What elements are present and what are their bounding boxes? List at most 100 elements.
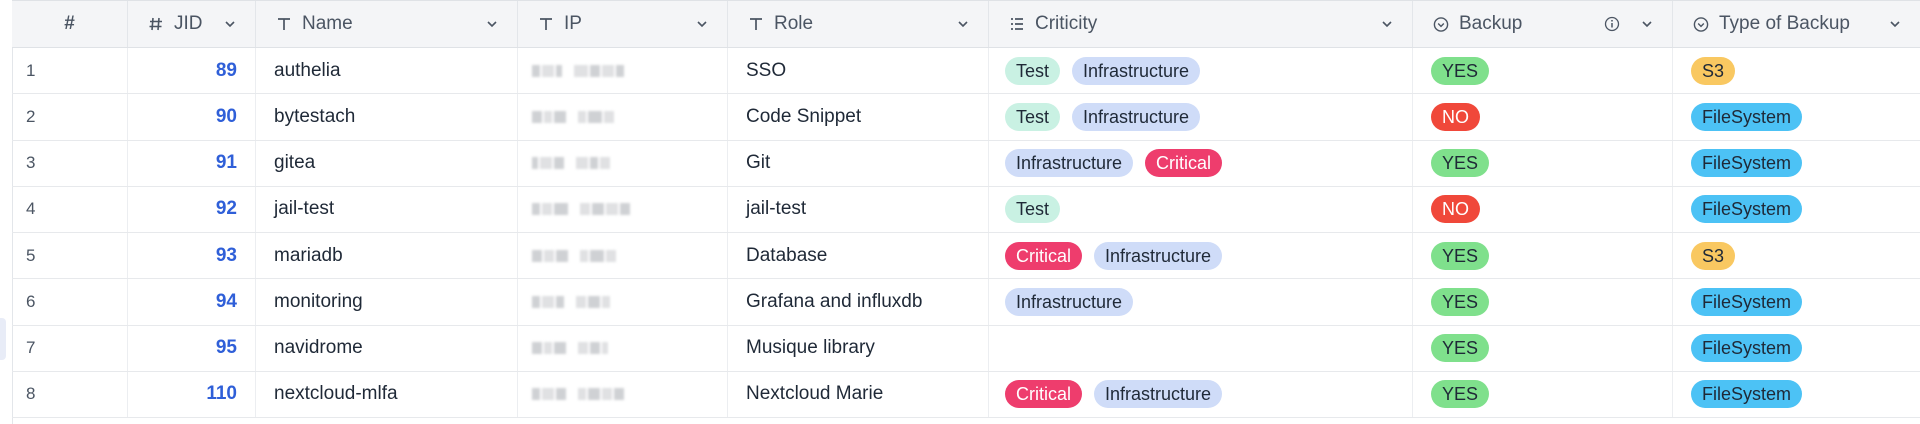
name-cell[interactable]: bytestach	[256, 94, 518, 140]
redacted-ip	[532, 246, 616, 266]
chevron-down-icon[interactable]	[1380, 17, 1394, 31]
jid-cell[interactable]: 89	[128, 48, 256, 94]
chevron-down-icon[interactable]	[223, 17, 237, 31]
jid-cell[interactable]: 110	[128, 371, 256, 417]
ip-cell[interactable]	[518, 48, 728, 94]
criticity-tag: Infrastructure	[1072, 102, 1201, 131]
name-cell[interactable]: jail-test	[256, 186, 518, 232]
backup-cell[interactable]: YES	[1413, 140, 1673, 186]
jid-cell[interactable]: 92	[128, 186, 256, 232]
chevron-down-icon[interactable]	[1640, 17, 1654, 31]
backup-type-cell[interactable]: S3	[1673, 233, 1920, 278]
info-icon[interactable]	[1604, 16, 1620, 32]
table-row[interactable]: 3 91 gitea Git Infrastructure Critical YES File…	[12, 140, 1920, 187]
role-cell[interactable]: Git	[728, 140, 989, 186]
text-type-icon	[538, 15, 554, 33]
check-circle-icon	[1433, 15, 1449, 33]
jid-cell[interactable]: 95	[128, 325, 256, 371]
ip-cell[interactable]	[518, 94, 728, 140]
backup-type-badge: FileSystem	[1691, 334, 1803, 363]
jid-cell[interactable]: 90	[128, 94, 256, 140]
table-row[interactable]: 6 94 monitoring Grafana and influxdb Infrast…	[12, 279, 1920, 326]
backup-cell[interactable]: YES	[1413, 371, 1673, 417]
column-label: IP	[564, 13, 582, 34]
role-cell[interactable]: Musique library	[728, 325, 989, 371]
role-cell[interactable]: jail-test	[728, 186, 989, 232]
row-index: 5	[26, 245, 36, 265]
name-value: monitoring	[274, 290, 363, 312]
role-cell[interactable]: SSO	[728, 48, 989, 94]
backup-status-badge: NO	[1431, 102, 1480, 131]
criticity-cell[interactable]: Test Infrastructure	[989, 48, 1413, 94]
column-header-backup[interactable]: Backup	[1413, 1, 1673, 47]
table-row[interactable]: 5 93 mariadb Database Critical Infrastructure…	[12, 233, 1920, 280]
criticity-cell[interactable]: Test	[989, 186, 1413, 232]
name-cell[interactable]: gitea	[256, 140, 518, 186]
jid-cell[interactable]: 93	[128, 233, 256, 279]
backup-cell[interactable]: YES	[1413, 325, 1673, 371]
jid-cell[interactable]: 91	[128, 140, 256, 186]
text-type-icon	[276, 15, 292, 33]
backup-cell[interactable]: NO	[1413, 186, 1673, 232]
criticity-cell[interactable]: Infrastructure Critical	[989, 140, 1413, 186]
name-cell[interactable]: authelia	[256, 48, 518, 94]
column-label: Backup	[1459, 13, 1523, 34]
row-index: 1	[26, 60, 36, 80]
table-row[interactable]: 4 92 jail-test jail-test Test NO FileSystem	[12, 186, 1920, 233]
ip-cell[interactable]	[518, 140, 728, 186]
column-header-name[interactable]: Name	[256, 1, 518, 47]
table-row[interactable]: 8 110 nextcloud-mlfa Nextcloud Marie Critica…	[12, 371, 1920, 418]
jid-value: 110	[206, 383, 237, 405]
redacted-ip	[532, 153, 610, 173]
criticity-cell[interactable]: Infrastructure	[989, 279, 1413, 325]
backup-type-cell[interactable]: FileSystem	[1673, 326, 1920, 371]
ip-cell[interactable]	[518, 186, 728, 232]
criticity-cell[interactable]: Critical Infrastructure	[989, 371, 1413, 417]
role-cell[interactable]: Database	[728, 233, 989, 279]
ip-cell[interactable]	[518, 371, 728, 417]
column-header-criticity[interactable]: Criticity	[989, 1, 1413, 47]
backup-type-badge: FileSystem	[1691, 102, 1803, 131]
backup-cell[interactable]: YES	[1413, 48, 1673, 94]
ip-cell[interactable]	[518, 233, 728, 279]
backup-type-badge: FileSystem	[1691, 195, 1803, 224]
name-cell[interactable]: nextcloud-mlfa	[256, 371, 518, 417]
backup-cell[interactable]: YES	[1413, 233, 1673, 279]
backup-type-cell[interactable]: S3	[1673, 48, 1920, 93]
ip-cell[interactable]	[518, 279, 728, 325]
table-row[interactable]: 1 89 authelia SSO Test Infrastructure YES S3	[12, 48, 1920, 95]
role-value: jail-test	[746, 198, 807, 220]
list-icon	[1009, 15, 1025, 33]
ip-cell[interactable]	[518, 325, 728, 371]
chevron-down-icon[interactable]	[485, 17, 499, 31]
role-cell[interactable]: Grafana and influxdb	[728, 279, 989, 325]
backup-cell[interactable]: NO	[1413, 94, 1673, 140]
chevron-down-icon[interactable]	[956, 17, 970, 31]
column-header-type-of-backup[interactable]: Type of Backup	[1673, 1, 1920, 47]
chevron-down-icon[interactable]	[1888, 17, 1902, 31]
table-row[interactable]: 2 90 bytestach Code Snippet Test Infrastructu…	[12, 94, 1920, 141]
backup-type-cell[interactable]: FileSystem	[1673, 94, 1920, 139]
jid-cell[interactable]: 94	[128, 279, 256, 325]
backup-status-badge: YES	[1431, 287, 1490, 316]
backup-type-cell[interactable]: FileSystem	[1673, 141, 1920, 186]
backup-type-cell[interactable]: FileSystem	[1673, 187, 1920, 232]
name-cell[interactable]: monitoring	[256, 279, 518, 325]
backup-type-cell[interactable]: FileSystem	[1673, 279, 1920, 324]
chevron-down-icon[interactable]	[695, 17, 709, 31]
criticity-cell[interactable]: Test Infrastructure	[989, 94, 1413, 140]
name-cell[interactable]: navidrome	[256, 325, 518, 371]
backup-type-cell[interactable]: FileSystem	[1673, 372, 1920, 417]
criticity-cell[interactable]: Critical Infrastructure	[989, 233, 1413, 279]
criticity-cell[interactable]	[989, 325, 1413, 371]
role-cell[interactable]: Code Snippet	[728, 94, 989, 140]
name-cell[interactable]: mariadb	[256, 233, 518, 279]
column-header-role[interactable]: Role	[728, 1, 989, 47]
table-row[interactable]: 7 95 navidrome Musique library YES FileSystem	[12, 325, 1920, 372]
column-header-ip[interactable]: IP	[518, 1, 728, 47]
row-index-cell: 3	[12, 140, 128, 186]
expand-handle[interactable]	[0, 318, 6, 360]
column-header-jid[interactable]: JID	[128, 1, 256, 47]
backup-cell[interactable]: YES	[1413, 279, 1673, 325]
role-cell[interactable]: Nextcloud Marie	[728, 371, 989, 417]
